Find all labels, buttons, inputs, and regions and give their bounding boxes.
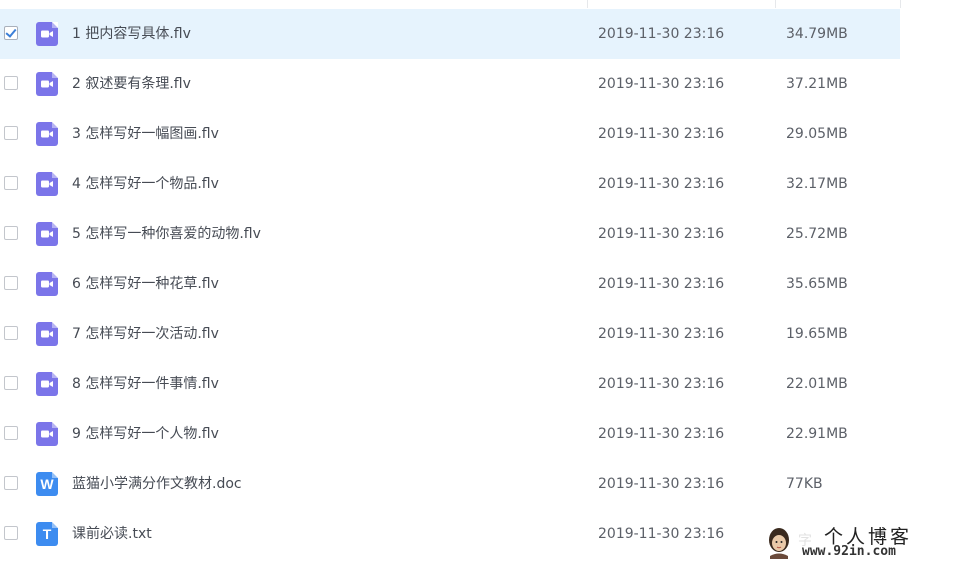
file-name[interactable]: 2 叙述要有条理.flv [72, 59, 191, 109]
row-checkbox[interactable] [4, 376, 18, 390]
file-modified-date: 2019-11-30 23:16 [598, 326, 725, 342]
row-checkbox[interactable] [4, 276, 18, 290]
row-checkbox[interactable] [4, 26, 18, 40]
row-checkbox[interactable] [4, 326, 18, 340]
file-row[interactable]: W 蓝猫小学满分作文教材.doc 2019-11-30 23:16 77KB [0, 459, 900, 509]
video-file-icon [36, 72, 58, 96]
file-name[interactable]: 4 怎样写好一个物品.flv [72, 159, 219, 209]
row-checkbox[interactable] [4, 76, 18, 90]
file-modified-date: 2019-11-30 23:16 [598, 226, 725, 242]
file-row[interactable]: 3 怎样写好一幅图画.flv 2019-11-30 23:16 29.05MB [0, 109, 900, 159]
file-size: 19.65MB [786, 326, 848, 342]
file-name[interactable]: 9 怎样写好一个人物.flv [72, 409, 219, 459]
video-file-icon [36, 372, 58, 396]
header-divider [900, 0, 901, 8]
file-modified-date: 2019-11-30 23:16 [598, 376, 725, 392]
word-file-icon: W [36, 472, 58, 496]
file-row[interactable]: 1 把内容写具体.flv 2019-11-30 23:16 34.79MB [0, 9, 900, 59]
video-file-icon [36, 222, 58, 246]
file-modified-date: 2019-11-30 23:16 [598, 476, 725, 492]
video-file-icon [36, 322, 58, 346]
row-checkbox[interactable] [4, 476, 18, 490]
file-size: 35.65MB [786, 276, 848, 292]
blog-watermark: 字 个人博客 www.92in.com [760, 520, 956, 565]
file-row[interactable]: 6 怎样写好一种花草.flv 2019-11-30 23:16 35.65MB [0, 259, 900, 309]
header-divider [775, 0, 776, 8]
file-row[interactable]: 5 怎样写一种你喜爱的动物.flv 2019-11-30 23:16 25.72MB [0, 209, 900, 259]
row-checkbox[interactable] [4, 426, 18, 440]
file-row[interactable]: 8 怎样写好一件事情.flv 2019-11-30 23:16 22.01MB [0, 359, 900, 409]
file-name[interactable]: 蓝猫小学满分作文教材.doc [72, 459, 242, 509]
file-size: 29.05MB [786, 126, 848, 142]
video-file-icon [36, 422, 58, 446]
row-checkbox[interactable] [4, 526, 18, 540]
file-size: 32.17MB [786, 176, 848, 192]
file-size: 37.21MB [786, 76, 848, 92]
text-file-icon: T [36, 522, 58, 546]
file-modified-date: 2019-11-30 23:16 [598, 76, 725, 92]
column-header-dividers [0, 0, 956, 8]
file-list: 1 把内容写具体.flv 2019-11-30 23:16 34.79MB 2 叙述要… [0, 9, 900, 559]
file-name[interactable]: 3 怎样写好一幅图画.flv [72, 109, 219, 159]
file-size: 25.72MB [786, 226, 848, 242]
file-row[interactable]: 9 怎样写好一个人物.flv 2019-11-30 23:16 22.91MB [0, 409, 900, 459]
file-row[interactable]: 4 怎样写好一个物品.flv 2019-11-30 23:16 32.17MB [0, 159, 900, 209]
file-modified-date: 2019-11-30 23:16 [598, 526, 725, 542]
video-file-icon [36, 172, 58, 196]
file-modified-date: 2019-11-30 23:16 [598, 126, 725, 142]
file-name[interactable]: 6 怎样写好一种花草.flv [72, 259, 219, 309]
file-row[interactable]: 7 怎样写好一次活动.flv 2019-11-30 23:16 19.65MB [0, 309, 900, 359]
watermark-url: www.92in.com [802, 544, 896, 559]
file-name[interactable]: 课前必读.txt [72, 509, 152, 559]
file-modified-date: 2019-11-30 23:16 [598, 176, 725, 192]
file-size: 22.01MB [786, 376, 848, 392]
file-size: 77KB [786, 476, 823, 492]
file-modified-date: 2019-11-30 23:16 [598, 426, 725, 442]
row-checkbox[interactable] [4, 226, 18, 240]
video-file-icon [36, 22, 58, 46]
avatar-icon [769, 528, 789, 559]
file-name[interactable]: 8 怎样写好一件事情.flv [72, 359, 219, 409]
file-name[interactable]: 1 把内容写具体.flv [72, 9, 191, 59]
file-name[interactable]: 7 怎样写好一次活动.flv [72, 309, 219, 359]
row-checkbox[interactable] [4, 126, 18, 140]
video-file-icon [36, 272, 58, 296]
video-file-icon [36, 122, 58, 146]
file-row[interactable]: 2 叙述要有条理.flv 2019-11-30 23:16 37.21MB [0, 59, 900, 109]
file-size: 34.79MB [786, 26, 848, 42]
file-modified-date: 2019-11-30 23:16 [598, 26, 725, 42]
file-modified-date: 2019-11-30 23:16 [598, 276, 725, 292]
header-divider [587, 0, 588, 8]
file-name[interactable]: 5 怎样写一种你喜爱的动物.flv [72, 209, 261, 259]
row-checkbox[interactable] [4, 176, 18, 190]
file-size: 22.91MB [786, 426, 848, 442]
